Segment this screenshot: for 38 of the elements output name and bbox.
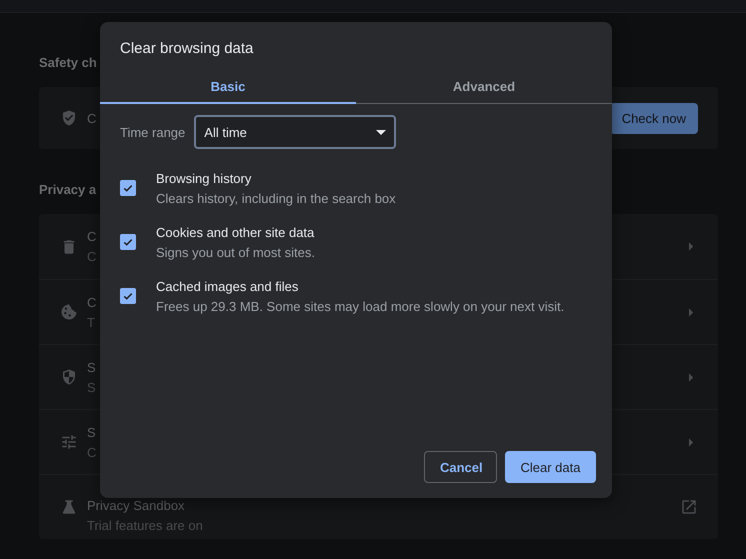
shield-check-icon [60,109,78,127]
option-title: Cached images and files [156,279,300,294]
external-link-icon[interactable] [680,498,698,516]
checkbox[interactable] [120,180,136,196]
row-title: S [87,424,96,440]
cancel-button[interactable]: Cancel [424,451,497,483]
row-title: C [87,110,96,126]
checkbox[interactable] [120,234,136,250]
row-title: C [87,294,96,310]
row-title: C [87,229,96,244]
option-title: Browsing history [156,171,252,186]
option-title: Cookies and other site data [156,225,315,240]
tab[interactable]: Advanced [356,70,612,104]
cookie-icon [60,303,78,321]
checkmark-icon [122,290,134,302]
tab[interactable]: Basic [100,70,356,104]
shield-half-icon [60,368,78,386]
section-heading: Safety ch [39,55,97,70]
dialog-title: Clear browsing data [119,39,254,59]
section-heading: Privacy a [39,182,96,197]
option-description: Signs you out of most sites. [156,245,315,260]
row-title: S [87,360,96,374]
arrow-right-icon[interactable] [689,372,694,382]
checkbox[interactable] [120,288,136,304]
arrow-right-icon[interactable] [689,242,694,251]
arrow-right-icon[interactable] [689,438,694,446]
option-description: Clears history, including in the search box [156,191,396,206]
row-title: Privacy Sandbox [87,498,185,512]
time-range-dropdown[interactable]: All time [194,115,396,149]
flask-icon [60,498,78,516]
caret-icon [376,130,386,134]
clear-data-button[interactable]: Clear data [505,451,596,483]
sliders-icon [60,433,78,451]
checkmark-icon [122,182,134,194]
arrow-right-icon[interactable] [689,308,694,316]
time-range-label: Time range [120,124,186,140]
checkmark-icon [122,236,134,248]
option-description: Frees up 29.3 MB. Some sites may load more slowly on your next visit. [156,299,564,314]
